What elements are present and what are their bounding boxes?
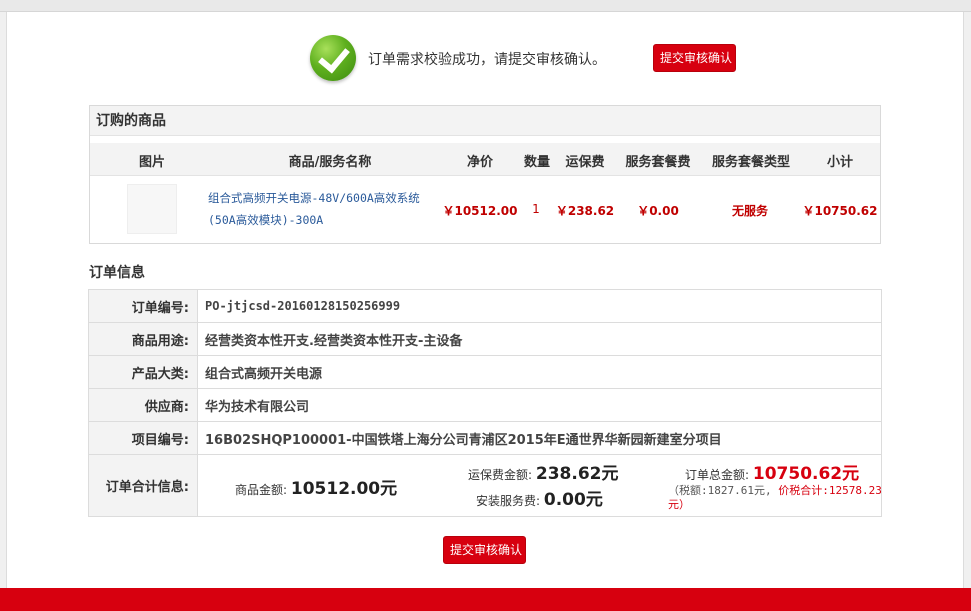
total-amount-value: 10750.62元: [752, 464, 860, 484]
product-thumbnail[interactable]: [127, 184, 177, 234]
table-row: 供应商: 华为技术有限公司: [88, 388, 882, 422]
install-amount-value: 0.00元: [543, 490, 603, 510]
submit-review-button-top[interactable]: 提交审核确认: [653, 44, 736, 72]
col-subtotal: 小计: [826, 155, 853, 170]
col-qty: 数量: [523, 155, 550, 170]
service-type: 无服务: [731, 204, 768, 218]
total-amount-label: 订单总金额:: [685, 468, 750, 482]
col-image: 图片: [138, 155, 165, 170]
service-fee: ￥0.00: [637, 204, 679, 218]
col-service-fee: 服务套餐费: [625, 155, 691, 170]
summary-cell: 商品金额: 10512.00元 运保费金额: 238.62元 安装服务费: 0.…: [197, 454, 883, 517]
supplier-value: 华为技术有限公司: [197, 388, 882, 422]
net-price: ￥10512.00: [442, 204, 518, 218]
order-summary-row: 订单合计信息: 商品金额: 10512.00元 运保费金额: 238.62元 安…: [88, 454, 883, 517]
success-check-icon: [310, 35, 356, 81]
table-row: 商品用途: 经营类资本性开支.经营类资本性开支-主设备: [88, 322, 882, 356]
bottom-bar: [0, 588, 971, 611]
success-message: 订单需求校验成功，请提交审核确认。: [368, 52, 606, 68]
goods-table-header: 图片 商品/服务名称 净价 数量 运保费 服务套餐费 服务套餐类型 小计: [90, 143, 880, 176]
shipping-amount-label: 运保费金额:: [468, 468, 533, 482]
order-number-value: PO-jtjcsd-20160128150256999: [197, 289, 882, 323]
project-number-label: 项目编号:: [88, 421, 198, 455]
subtotal: ￥10750.62: [802, 204, 878, 218]
tax-info: （税额:1827.61元, 价税合计:12578.23 元）: [668, 484, 883, 512]
order-info-title: 订单信息: [89, 265, 145, 281]
table-row: 项目编号: 16B02SHQP100001-中国铁塔上海分公司青浦区2015年E…: [88, 421, 882, 455]
table-row: 组合式高频开关电源-48V/600A高效系统(50A高效模块)-300A ￥10…: [90, 177, 880, 243]
summary-label: 订单合计信息:: [88, 454, 198, 517]
project-number-value: 16B02SHQP100001-中国铁塔上海分公司青浦区2015年E通世界华新园…: [197, 421, 882, 455]
col-shipping: 运保费: [565, 155, 605, 170]
tax-amount-text: （税额:1827.61元,: [668, 484, 772, 497]
goods-amount-block: 商品金额: 10512.00元: [235, 474, 397, 499]
shipping-amount-value: 238.62元: [535, 464, 619, 484]
install-amount-block: 安装服务费: 0.00元: [476, 485, 603, 510]
order-number-label: 订单编号:: [88, 289, 198, 323]
shipping-fee: ￥238.62: [555, 204, 615, 218]
ordered-goods-panel: 订购的商品 图片 商品/服务名称 净价 数量 运保费 服务套餐费 服务套餐类型 …: [89, 105, 881, 244]
install-amount-label: 安装服务费:: [476, 494, 541, 508]
top-bar: [0, 0, 971, 12]
shipping-amount-block: 运保费金额: 238.62元: [468, 459, 618, 484]
tax-total-unit: 元）: [668, 498, 690, 511]
goods-amount-value: 10512.00元: [290, 479, 398, 499]
table-row: 订单编号: PO-jtjcsd-20160128150256999: [88, 289, 882, 323]
product-name-link[interactable]: 组合式高频开关电源-48V/600A高效系统(50A高效模块)-300A: [208, 187, 428, 231]
supplier-label: 供应商:: [88, 388, 198, 422]
quantity: 1: [532, 202, 540, 216]
col-net-price: 净价: [466, 155, 493, 170]
usage-label: 商品用途:: [88, 322, 198, 356]
table-row: 产品大类: 组合式高频开关电源: [88, 355, 882, 389]
order-info-table: 订单编号: PO-jtjcsd-20160128150256999 商品用途: …: [88, 289, 882, 517]
tax-total-label: 价税合计:: [778, 484, 829, 497]
usage-value: 经营类资本性开支.经营类资本性开支-主设备: [197, 322, 882, 356]
goods-panel-title: 订购的商品: [90, 106, 880, 136]
total-amount-block: 订单总金额: 10750.62元: [685, 459, 859, 484]
goods-amount-label: 商品金额:: [235, 483, 288, 497]
tax-total-value: 12578.23: [828, 484, 882, 497]
category-value: 组合式高频开关电源: [197, 355, 882, 389]
col-product-name: 商品/服务名称: [288, 155, 372, 170]
col-service-type: 服务套餐类型: [711, 155, 790, 170]
category-label: 产品大类:: [88, 355, 198, 389]
submit-review-button-bottom[interactable]: 提交审核确认: [443, 536, 526, 564]
